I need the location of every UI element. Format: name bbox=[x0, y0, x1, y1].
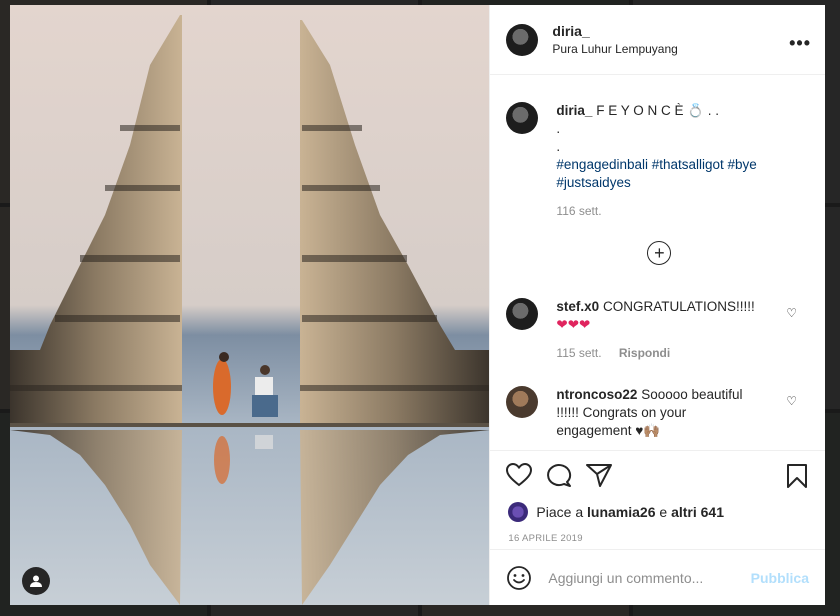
liker-avatar[interactable] bbox=[508, 502, 529, 522]
like-comment-heart-icon[interactable]: ♡ bbox=[786, 394, 797, 408]
post-modal: diria_ Pura Luhur Lempuyang ••• diria_ F… bbox=[10, 5, 825, 605]
post-date: 16 APRILE 2019 bbox=[508, 533, 583, 544]
publish-button[interactable]: Pubblica bbox=[751, 570, 809, 586]
comments-section: diria_ F E Y O N C È 💍 . . . . #engagedi… bbox=[490, 76, 825, 449]
tagged-user-icon[interactable] bbox=[22, 567, 50, 595]
likes-others[interactable]: altri 641 bbox=[671, 504, 724, 520]
post-sidebar: diria_ Pura Luhur Lempuyang ••• diria_ F… bbox=[489, 5, 825, 605]
hashtags[interactable]: #justsaidyes bbox=[556, 175, 630, 190]
post-photo[interactable] bbox=[10, 5, 490, 605]
caption: diria_ F E Y O N C È 💍 . . . . #engagedi… bbox=[506, 102, 809, 220]
post-header: diria_ Pura Luhur Lempuyang ••• bbox=[490, 5, 825, 75]
more-options-icon[interactable]: ••• bbox=[789, 33, 811, 54]
author-avatar[interactable] bbox=[506, 23, 539, 56]
comment-text: Sooooo beautiful bbox=[641, 387, 743, 402]
author-username[interactable]: diria_ bbox=[552, 23, 677, 39]
likes-summary: Piace a lunamia26 e altri 641 bbox=[508, 502, 724, 522]
comment-icon[interactable] bbox=[546, 463, 572, 487]
commenter-avatar[interactable] bbox=[506, 298, 539, 330]
post-location[interactable]: Pura Luhur Lempuyang bbox=[552, 42, 677, 56]
liker-username[interactable]: lunamia26 bbox=[587, 504, 655, 520]
comment-hearts: ❤❤❤ bbox=[556, 317, 591, 332]
comment-username[interactable]: ntroncoso22 bbox=[556, 387, 637, 402]
likes-prefix: Piace a bbox=[536, 504, 584, 520]
comment-input[interactable] bbox=[546, 568, 751, 587]
caption-dot: . bbox=[556, 121, 561, 136]
action-bar: Piace a lunamia26 e altri 641 16 APRILE … bbox=[490, 450, 825, 554]
add-comment-bar: Pubblica bbox=[490, 549, 825, 605]
caption-age: 116 sett. bbox=[556, 204, 602, 218]
load-more-icon[interactable]: + bbox=[647, 241, 672, 265]
caption-dot: . bbox=[556, 139, 561, 154]
caption-text: F E Y O N C È 💍 . . bbox=[596, 103, 720, 118]
commenter-avatar[interactable] bbox=[506, 386, 539, 418]
comment-item: ntroncoso22 Sooooo beautiful !!!!!! Cong… bbox=[506, 386, 809, 440]
share-icon[interactable] bbox=[586, 463, 613, 487]
comment-item: stef.x0 CONGRATULATIONS!!!!! ❤❤❤ 115 set… bbox=[506, 298, 809, 362]
likes-middle: e bbox=[659, 504, 668, 520]
hashtags[interactable]: #engagedinbali #thatsalligot #bye bbox=[556, 157, 756, 172]
like-comment-heart-icon[interactable]: ♡ bbox=[786, 306, 797, 320]
reply-button[interactable]: Rispondi bbox=[619, 346, 670, 360]
bookmark-icon[interactable] bbox=[786, 463, 808, 489]
comment-text: !!!!!! Congrats on your bbox=[556, 405, 687, 420]
emoji-icon[interactable] bbox=[506, 565, 532, 591]
comment-text: engagement ♥🙌🏽 bbox=[556, 423, 661, 438]
comment-text: CONGRATULATIONS!!!!! bbox=[602, 299, 755, 314]
heart-icon[interactable] bbox=[506, 463, 533, 487]
author-avatar[interactable] bbox=[506, 102, 539, 134]
comment-username[interactable]: stef.x0 bbox=[556, 299, 599, 314]
caption-username[interactable]: diria_ bbox=[556, 103, 592, 118]
comment-age: 115 sett. bbox=[556, 346, 602, 360]
